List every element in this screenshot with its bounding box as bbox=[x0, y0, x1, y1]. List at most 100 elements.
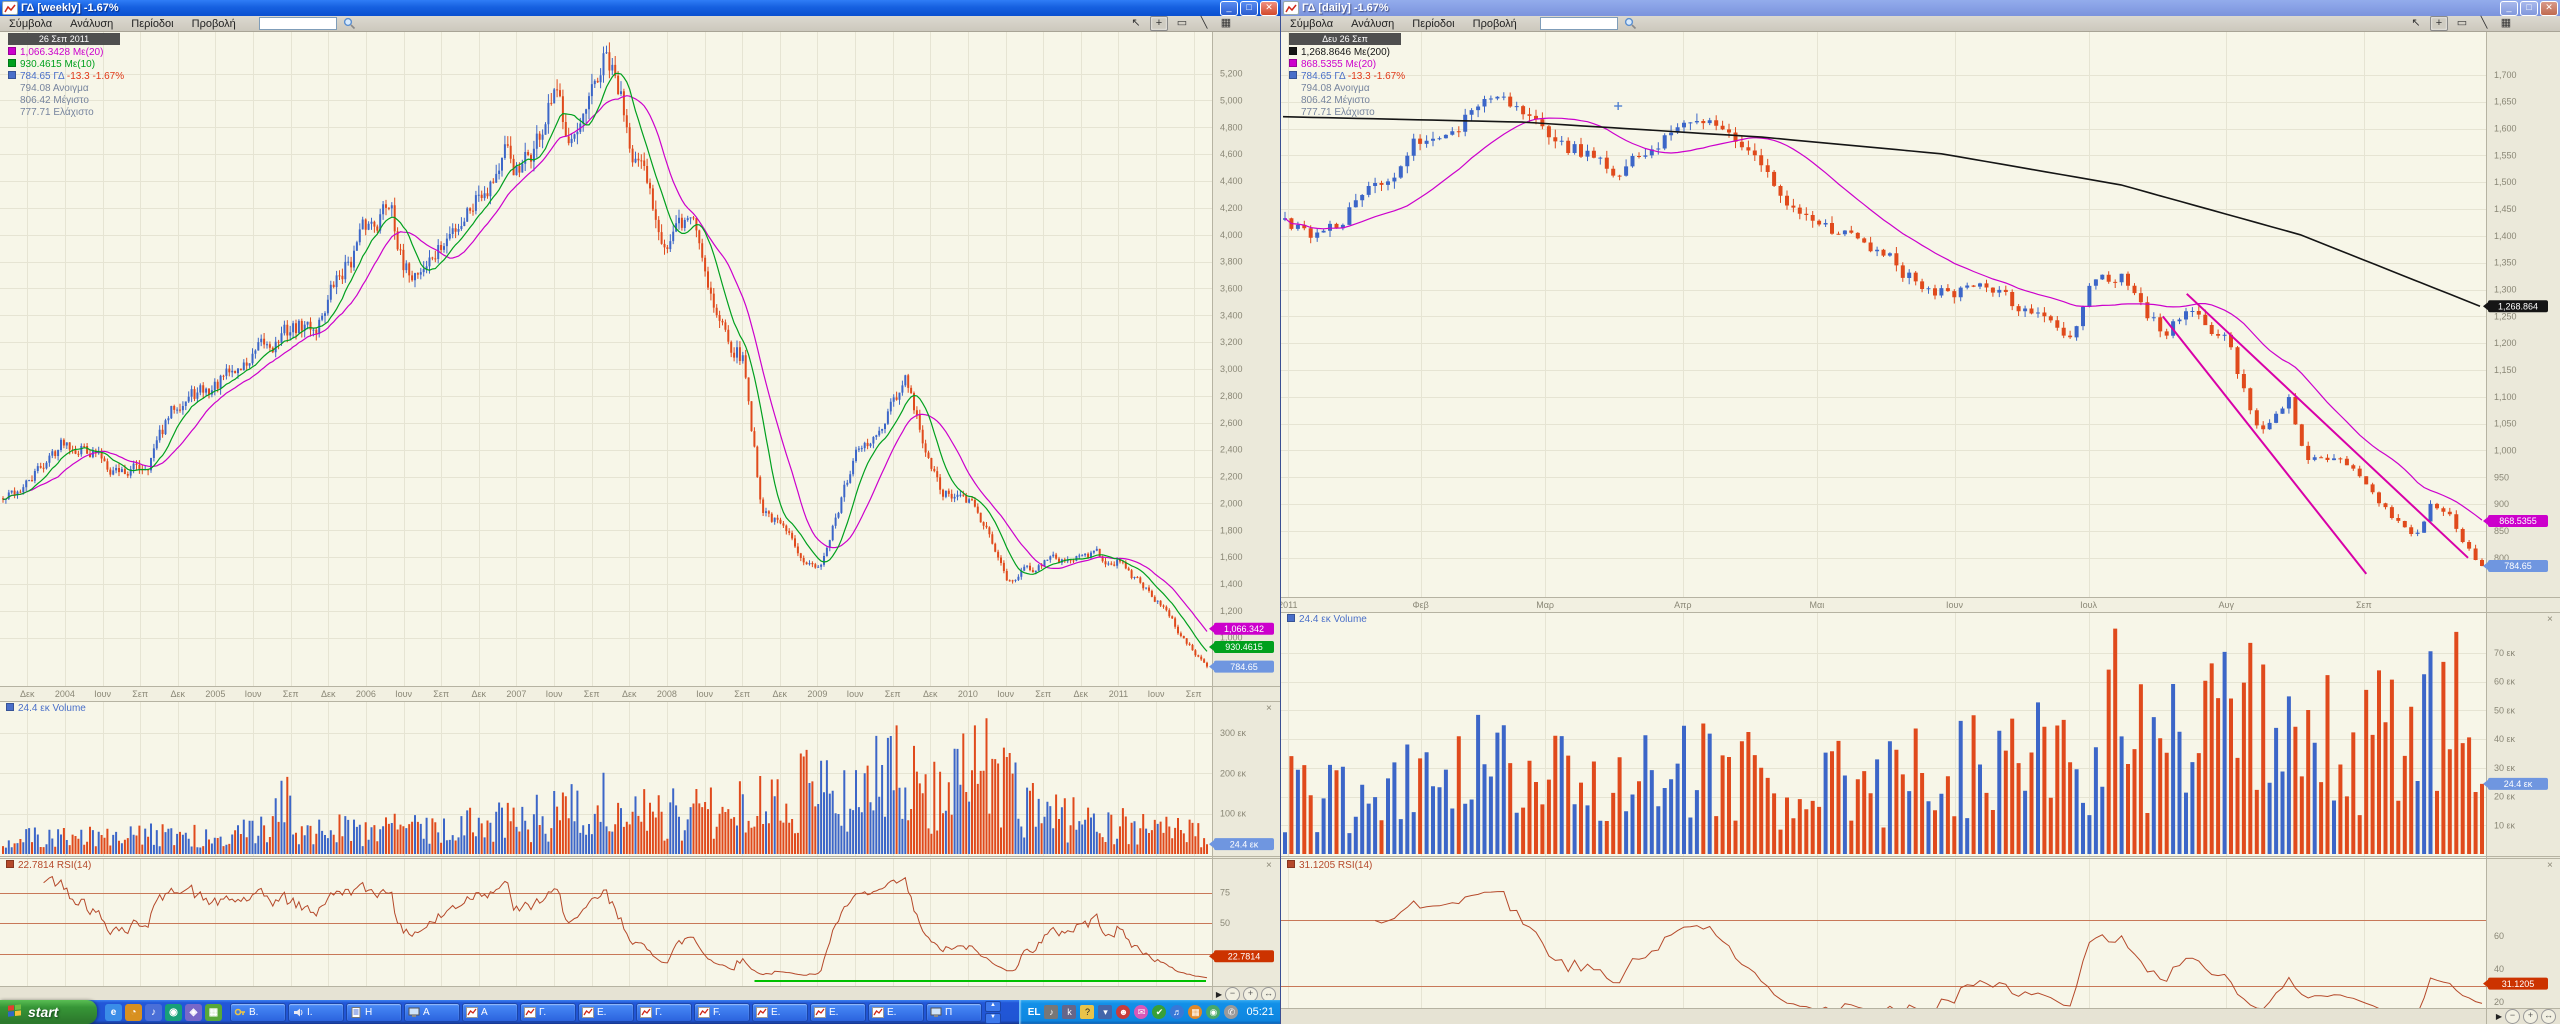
close-pane-icon[interactable]: × bbox=[2547, 860, 2553, 871]
daily-chart-window: ΓΔ [daily] -1.67% _ □ ✕ ΣύμβολαΑνάλυσηΠε… bbox=[1280, 0, 2560, 1024]
search-icon[interactable] bbox=[1624, 17, 1637, 30]
scroll-right-button[interactable]: ▶ bbox=[2496, 1012, 2502, 1021]
close-pane-icon[interactable]: × bbox=[1266, 860, 1272, 871]
rectangle-icon[interactable]: ▭ bbox=[1174, 17, 1190, 30]
zoom-in-button[interactable]: + bbox=[1243, 987, 1258, 1000]
menu-item-0[interactable]: Σύμβολα bbox=[0, 18, 61, 30]
internet-explorer-icon[interactable]: e bbox=[105, 1004, 122, 1021]
explorer-icon[interactable]: ◈ bbox=[185, 1004, 202, 1021]
trendline-icon[interactable]: ╲ bbox=[2476, 17, 2492, 30]
menu-item-1[interactable]: Ανάλυση bbox=[1342, 18, 1403, 30]
network-tray-icon[interactable]: ◉ bbox=[1206, 1005, 1220, 1019]
antivirus-tray-icon[interactable]: ✔ bbox=[1152, 1005, 1166, 1019]
symbol-search-input[interactable] bbox=[259, 17, 337, 30]
task-button-0[interactable]: Β. bbox=[230, 1003, 286, 1022]
weekly-chart[interactable]: Δεκ2004ΙουνΣεπΔεκ2005ΙουνΣεπΔεκ2006ΙουνΣ… bbox=[0, 0, 1280, 1000]
messenger-icon[interactable]: ◉ bbox=[165, 1004, 182, 1021]
task-button-11[interactable]: Ε. bbox=[868, 1003, 924, 1022]
clock[interactable]: 05:21 bbox=[1246, 1006, 1274, 1018]
task-button-2[interactable]: Η bbox=[346, 1003, 402, 1022]
microphone-icon[interactable]: ♪ bbox=[1044, 1005, 1058, 1019]
task-button-7[interactable]: Γ. bbox=[636, 1003, 692, 1022]
value-tag: 1,066.342 bbox=[1209, 623, 1274, 635]
value-tag: 784.65 bbox=[2483, 560, 2548, 572]
svg-text:1,600: 1,600 bbox=[1220, 552, 1243, 562]
messenger-tray-icon[interactable]: ☻ bbox=[1116, 1005, 1130, 1019]
task-button-1[interactable]: Ι. bbox=[288, 1003, 344, 1022]
task-button-12[interactable]: Π bbox=[926, 1003, 982, 1022]
pointer-icon[interactable]: ↖ bbox=[2408, 17, 2424, 30]
task-button-3[interactable]: Α bbox=[404, 1003, 460, 1022]
close-pane-icon[interactable]: × bbox=[2547, 614, 2553, 625]
svg-text:1,500: 1,500 bbox=[2494, 177, 2517, 187]
fit-width-button[interactable]: ↔ bbox=[2541, 1009, 2556, 1024]
window-menu-icon[interactable]: ▾ bbox=[1098, 1005, 1112, 1019]
minimize-button[interactable]: _ bbox=[2500, 1, 2518, 16]
volume-tray-icon[interactable]: ♬ bbox=[1170, 1005, 1184, 1019]
task-button-10[interactable]: Ε. bbox=[810, 1003, 866, 1022]
svg-text:784.65: 784.65 bbox=[1230, 662, 1258, 672]
grid-icon[interactable]: ▦ bbox=[2498, 17, 2514, 30]
legend-text: 777.71 Ελάχιστο bbox=[20, 107, 94, 118]
maximize-button[interactable]: □ bbox=[1240, 1, 1258, 16]
start-button[interactable]: start bbox=[0, 1000, 97, 1024]
ime-icon[interactable]: k bbox=[1062, 1005, 1076, 1019]
svg-text:1,100: 1,100 bbox=[2494, 392, 2517, 402]
crosshair-icon[interactable]: + bbox=[2430, 16, 2448, 31]
trendline-icon[interactable]: ╲ bbox=[1196, 17, 1212, 30]
symbol-search-input[interactable] bbox=[1540, 17, 1618, 30]
crosshair-icon[interactable]: + bbox=[1150, 16, 1168, 31]
menu-item-2[interactable]: Περίοδοι bbox=[1403, 18, 1463, 30]
svg-text:2,000: 2,000 bbox=[1220, 498, 1243, 508]
task-button-8[interactable]: F. bbox=[694, 1003, 750, 1022]
menu-item-3[interactable]: Προβολή bbox=[183, 18, 245, 30]
rectangle-icon[interactable]: ▭ bbox=[2454, 17, 2470, 30]
zoom-in-button[interactable]: + bbox=[2523, 1009, 2538, 1024]
svg-text:Δεκ: Δεκ bbox=[1074, 689, 1089, 699]
task-button-4[interactable]: Α bbox=[462, 1003, 518, 1022]
svg-text:2009: 2009 bbox=[807, 689, 827, 699]
mail-tray-icon[interactable]: ✉ bbox=[1134, 1005, 1148, 1019]
clock-icon[interactable]: ◔ bbox=[125, 1004, 142, 1021]
svg-text:31.1205: 31.1205 bbox=[2502, 979, 2535, 989]
help-icon[interactable]: ? bbox=[1080, 1005, 1094, 1019]
svg-text:1,650: 1,650 bbox=[2494, 97, 2517, 107]
svg-text:1,200: 1,200 bbox=[2494, 338, 2517, 348]
minimize-button[interactable]: _ bbox=[1220, 1, 1238, 16]
menu-item-3[interactable]: Προβολή bbox=[1464, 18, 1526, 30]
zoom-out-button[interactable]: − bbox=[1225, 987, 1240, 1000]
price-legend: 1,066.3428 Με(20)930.4615 Με(10)784.65 Γ… bbox=[8, 47, 124, 119]
task-button-5[interactable]: Γ. bbox=[520, 1003, 576, 1022]
zoom-out-button[interactable]: − bbox=[2505, 1009, 2520, 1024]
close-pane-icon[interactable]: × bbox=[1266, 703, 1272, 714]
language-indicator[interactable]: EL bbox=[1028, 1007, 1041, 1018]
titlebar[interactable]: ΓΔ [weekly] -1.67% _ □ ✕ bbox=[0, 0, 1280, 16]
phone-tray-icon[interactable]: ✆ bbox=[1224, 1005, 1238, 1019]
svg-text:4,800: 4,800 bbox=[1220, 122, 1243, 132]
legend-text: 1,066.3428 Με(20) bbox=[20, 47, 103, 58]
menu-item-0[interactable]: Σύμβολα bbox=[1281, 18, 1342, 30]
scroll-right-button[interactable]: ▶ bbox=[1216, 990, 1222, 999]
svg-text:1,400: 1,400 bbox=[2494, 231, 2517, 241]
svg-text:5,000: 5,000 bbox=[1220, 95, 1243, 105]
scroll-down-button[interactable]: ▼ bbox=[985, 1013, 1001, 1024]
media-player-icon[interactable]: ♪ bbox=[145, 1004, 162, 1021]
daily-chart[interactable]: 2011ΦεβΜαρΑπρΜαιΙουνΙουλΑυγΣεπ8008509009… bbox=[1281, 0, 2560, 1024]
fit-width-button[interactable]: ↔ bbox=[1261, 987, 1276, 1000]
close-button[interactable]: ✕ bbox=[2540, 1, 2558, 16]
scroll-up-button[interactable]: ▲ bbox=[985, 1001, 1001, 1012]
task-button-9[interactable]: Ε. bbox=[752, 1003, 808, 1022]
close-button[interactable]: ✕ bbox=[1260, 1, 1278, 16]
pointer-icon[interactable]: ↖ bbox=[1128, 17, 1144, 30]
titlebar[interactable]: ΓΔ [daily] -1.67% _ □ ✕ bbox=[1281, 0, 2560, 16]
svg-text:20: 20 bbox=[2494, 997, 2504, 1007]
search-icon[interactable] bbox=[343, 17, 356, 30]
task-button-6[interactable]: Ε. bbox=[578, 1003, 634, 1022]
menu-item-2[interactable]: Περίοδοι bbox=[122, 18, 182, 30]
grid-icon[interactable]: ▦ bbox=[1218, 17, 1234, 30]
legend-swatch bbox=[1289, 47, 1297, 55]
recycle-bin-icon[interactable]: ▦ bbox=[205, 1004, 222, 1021]
menu-item-1[interactable]: Ανάλυση bbox=[61, 18, 122, 30]
maximize-button[interactable]: □ bbox=[2520, 1, 2538, 16]
calendar-tray-icon[interactable]: ▦ bbox=[1188, 1005, 1202, 1019]
